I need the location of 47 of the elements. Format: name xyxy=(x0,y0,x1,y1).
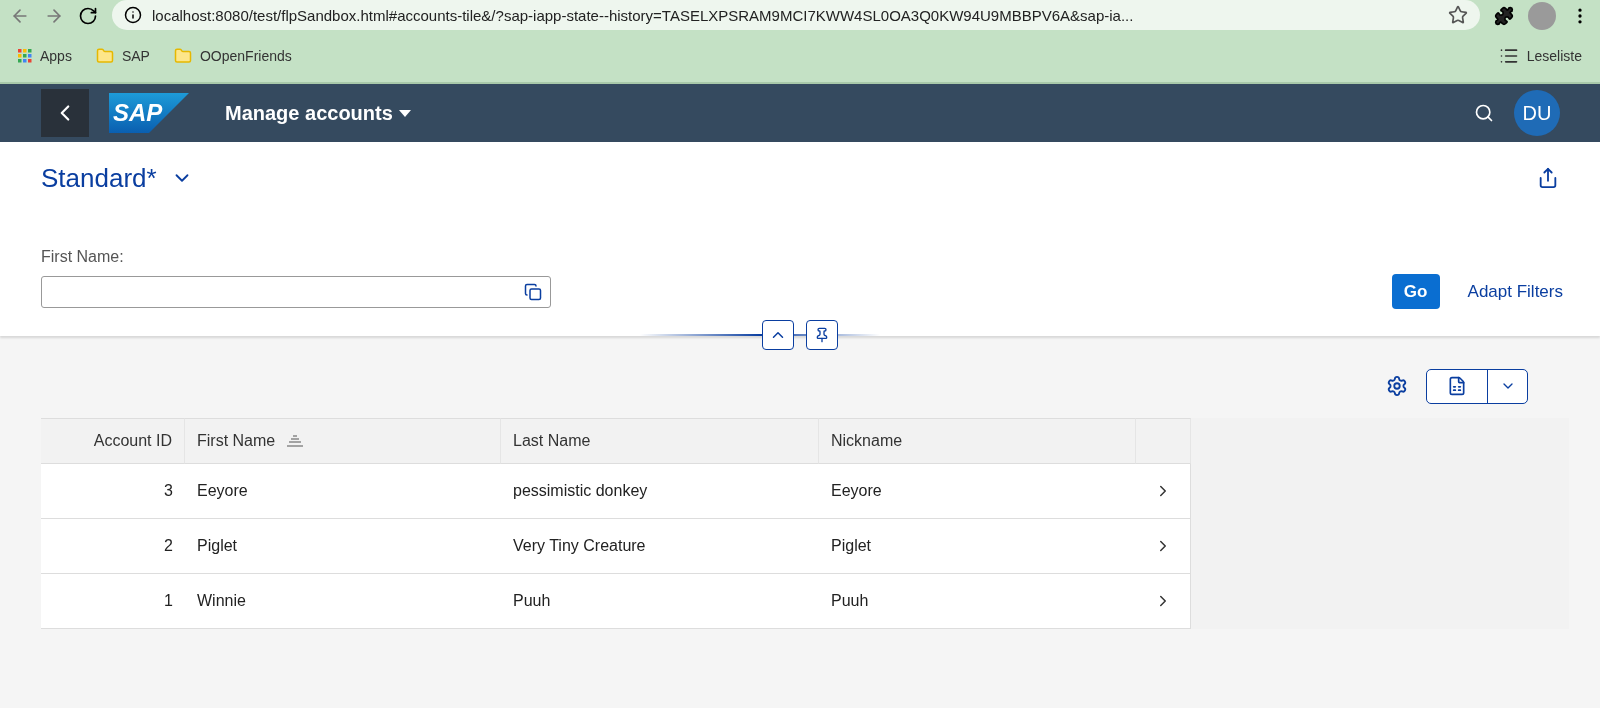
table-cell: Puuh xyxy=(501,574,819,629)
app-title-menu[interactable]: Manage accounts xyxy=(219,100,417,126)
column-header[interactable]: Nickname xyxy=(819,418,1136,464)
search-icon[interactable] xyxy=(1474,103,1494,123)
table-cell: 1 xyxy=(41,574,185,629)
star-icon[interactable] xyxy=(1448,5,1468,25)
go-button[interactable]: Go xyxy=(1391,274,1440,309)
bookmark-link[interactable]: Apps xyxy=(40,48,72,64)
table-cell: Eeyore xyxy=(819,464,1136,519)
table-cell: Winnie xyxy=(185,574,501,629)
folder-icon xyxy=(173,47,192,65)
reading-list-link[interactable]: Leseliste xyxy=(1526,48,1582,64)
table-cell: pessimistic donkey xyxy=(501,464,819,519)
grid-icon xyxy=(18,49,32,63)
bookmark-link[interactable]: OOpenFriends xyxy=(199,48,292,64)
field-label: First Name: xyxy=(41,248,125,266)
pin-icon xyxy=(814,327,830,343)
variant-selector[interactable]: Standard* xyxy=(41,162,193,194)
address-bar[interactable]: localhost:8080/test/flpSandbox.html#accounts-tile&/?sap-iapp-state--history=TASELXPSRAM9MCI7KWW4SL0OA3Q0KW94U9MBBPV6A&sap-ia... xyxy=(112,0,1480,30)
puzzle-icon[interactable] xyxy=(1494,6,1514,26)
pin-button[interactable] xyxy=(806,320,838,350)
settings-icon[interactable] xyxy=(1386,375,1408,397)
bookmark-link[interactable]: SAP xyxy=(121,48,150,64)
table-cell: 2 xyxy=(41,519,185,574)
info-icon[interactable] xyxy=(124,6,142,24)
spreadsheet-icon xyxy=(1447,376,1467,396)
table-cell: Piglet xyxy=(185,519,501,574)
table-cell: Puuh xyxy=(819,574,1136,629)
sap-logo: SAP xyxy=(109,93,189,133)
share-icon[interactable] xyxy=(1537,167,1559,189)
adapt-filters-link[interactable]: Adapt Filters xyxy=(1461,280,1569,303)
table-cell: Eeyore xyxy=(185,464,501,519)
input-field[interactable] xyxy=(41,275,551,308)
table-cell: 3 xyxy=(41,464,185,519)
user-avatar[interactable]: DU xyxy=(1514,90,1560,136)
column-header[interactable]: Last Name xyxy=(501,418,819,464)
table-cell: Piglet xyxy=(819,519,1136,574)
column-header[interactable]: Account ID xyxy=(41,418,185,464)
column-header[interactable]: First Name xyxy=(185,418,501,464)
list-icon xyxy=(1498,46,1519,66)
url-text: localhost:8080/test/flpSandbox.html#accounts-tile&/?sap-iapp-state--history=TASELXPSRAM9MCI7KWW4SL0OA3Q0KW94U9MBBPV6A&sap-ia... xyxy=(152,6,1135,24)
folder-icon xyxy=(95,47,114,65)
collapse-button[interactable] xyxy=(762,320,794,350)
table-cell: Very Tiny Creature xyxy=(501,519,819,574)
value-help-icon[interactable] xyxy=(524,282,542,301)
reload-icon[interactable] xyxy=(78,6,98,26)
sort-icon xyxy=(287,435,304,447)
